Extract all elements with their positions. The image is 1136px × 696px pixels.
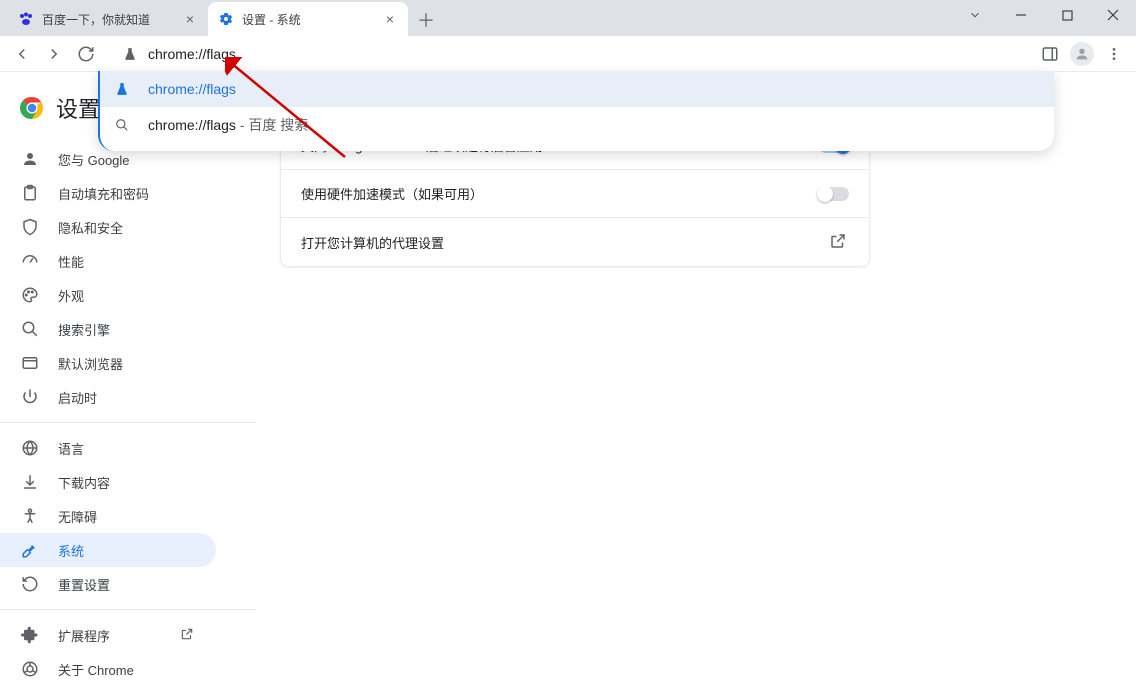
- nav-system[interactable]: 系统: [0, 533, 216, 567]
- flask-icon: [114, 81, 130, 97]
- omnibox-suggestions: chrome://flags chrome://flags - 百度 搜索: [98, 71, 1054, 151]
- nav-extensions[interactable]: 扩展程序: [0, 618, 216, 652]
- tab-baidu[interactable]: 百度一下，你就知道 ×: [8, 2, 208, 36]
- search-icon: [20, 319, 40, 339]
- nav-label: 性能: [58, 252, 84, 271]
- close-icon[interactable]: ×: [382, 11, 398, 27]
- nav-about[interactable]: 关于 Chrome: [0, 652, 216, 686]
- nav-label: 启动时: [58, 388, 97, 407]
- row-label: 使用硬件加速模式（如果可用）: [301, 184, 483, 203]
- nav-appearance[interactable]: 外观: [0, 278, 216, 312]
- nav-label: 您与 Google: [58, 150, 130, 169]
- chrome-logo-icon: [20, 96, 44, 120]
- external-link-icon: [829, 232, 849, 252]
- nav-list: 您与 Google 自动填充和密码 隐私和安全 性能 外观 搜索引擎 默认浏览器…: [0, 142, 256, 696]
- palette-icon: [20, 285, 40, 305]
- suggestion-extra: - 百度 搜索: [236, 117, 308, 133]
- nav-label: 默认浏览器: [58, 354, 123, 373]
- suggestion-text: chrome://flags: [148, 81, 236, 97]
- nav-label: 隐私和安全: [58, 218, 123, 237]
- nav-privacy[interactable]: 隐私和安全: [0, 210, 216, 244]
- nav-languages[interactable]: 语言: [0, 431, 216, 465]
- titlebar: 百度一下，你就知道 × 设置 - 系统 × ＋: [0, 0, 1136, 36]
- wrench-icon: [20, 540, 40, 560]
- settings-sidebar: 设置 您与 Google 自动填充和密码 隐私和安全 性能 外观 搜索引擎 默认…: [0, 72, 256, 686]
- avatar-icon: [1070, 42, 1094, 66]
- tab-settings[interactable]: 设置 - 系统 ×: [208, 2, 408, 36]
- profile-button[interactable]: [1068, 40, 1096, 68]
- external-link-icon: [180, 627, 196, 643]
- menu-button[interactable]: [1100, 40, 1128, 68]
- accessibility-icon: [20, 506, 40, 526]
- tab-strip: 百度一下，你就知道 × 设置 - 系统 × ＋: [0, 0, 440, 36]
- search-icon: [114, 117, 130, 133]
- extension-icon: [20, 625, 40, 645]
- restore-icon: [20, 574, 40, 594]
- minimize-button[interactable]: [998, 0, 1044, 30]
- flask-icon: [122, 46, 138, 62]
- row-hardware-accel: 使用硬件加速模式（如果可用）: [281, 169, 869, 217]
- tab-title: 设置 - 系统: [242, 11, 374, 28]
- side-panel-icon[interactable]: [1036, 40, 1064, 68]
- close-icon[interactable]: ×: [182, 11, 198, 27]
- nav-downloads[interactable]: 下载内容: [0, 465, 216, 499]
- nav-label: 外观: [58, 286, 84, 305]
- page-content: 设置 您与 Google 自动填充和密码 隐私和安全 性能 外观 搜索引擎 默认…: [0, 72, 1136, 686]
- person-icon: [20, 149, 40, 169]
- clipboard-icon: [20, 183, 40, 203]
- divider: [0, 609, 256, 610]
- toggle-hardware-accel[interactable]: [819, 187, 849, 201]
- nav-on-startup[interactable]: 启动时: [0, 380, 216, 414]
- suggestion-search[interactable]: chrome://flags - 百度 搜索: [100, 107, 1054, 143]
- settings-main: 系统 关闭 Google Chrome 后继续运行后台应用 使用硬件加速模式（如…: [256, 72, 1136, 686]
- baidu-paw-icon: [18, 11, 34, 27]
- nav-autofill[interactable]: 自动填充和密码: [0, 176, 216, 210]
- nav-performance[interactable]: 性能: [0, 244, 216, 278]
- nav-label: 系统: [58, 541, 84, 560]
- address-input[interactable]: [148, 46, 1014, 62]
- toolbar: [0, 36, 1136, 72]
- suggestion-text: chrome://flags: [148, 117, 236, 133]
- new-tab-button[interactable]: ＋: [412, 6, 440, 34]
- nav-label: 关于 Chrome: [58, 660, 134, 679]
- omnibox[interactable]: [110, 40, 1026, 68]
- nav-label: 重置设置: [58, 575, 110, 594]
- nav-label: 自动填充和密码: [58, 184, 149, 203]
- nav-search-engine[interactable]: 搜索引擎: [0, 312, 216, 346]
- power-icon: [20, 387, 40, 407]
- browser-icon: [20, 353, 40, 373]
- row-proxy[interactable]: 打开您计算机的代理设置: [281, 217, 869, 266]
- nav-reset[interactable]: 重置设置: [0, 567, 216, 601]
- window-controls: [952, 0, 1136, 30]
- speedometer-icon: [20, 251, 40, 271]
- tab-title: 百度一下，你就知道: [42, 11, 174, 28]
- gear-icon: [218, 11, 234, 27]
- nav-accessibility[interactable]: 无障碍: [0, 499, 216, 533]
- globe-icon: [20, 438, 40, 458]
- chevron-down-icon[interactable]: [952, 0, 998, 30]
- reload-button[interactable]: [72, 40, 100, 68]
- forward-button[interactable]: [40, 40, 68, 68]
- suggestion-flags[interactable]: chrome://flags: [100, 71, 1054, 107]
- shield-icon: [20, 217, 40, 237]
- nav-label: 扩展程序: [58, 626, 110, 645]
- nav-label: 搜索引擎: [58, 320, 110, 339]
- chrome-outline-icon: [20, 659, 40, 679]
- nav-label: 语言: [58, 439, 84, 458]
- nav-label: 下载内容: [58, 473, 110, 492]
- download-icon: [20, 472, 40, 492]
- nav-default-browser[interactable]: 默认浏览器: [0, 346, 216, 380]
- divider: [0, 422, 256, 423]
- back-button[interactable]: [8, 40, 36, 68]
- nav-label: 无障碍: [58, 507, 97, 526]
- close-window-button[interactable]: [1090, 0, 1136, 30]
- maximize-button[interactable]: [1044, 0, 1090, 30]
- settings-title: 设置: [56, 92, 100, 124]
- row-label: 打开您计算机的代理设置: [301, 233, 444, 252]
